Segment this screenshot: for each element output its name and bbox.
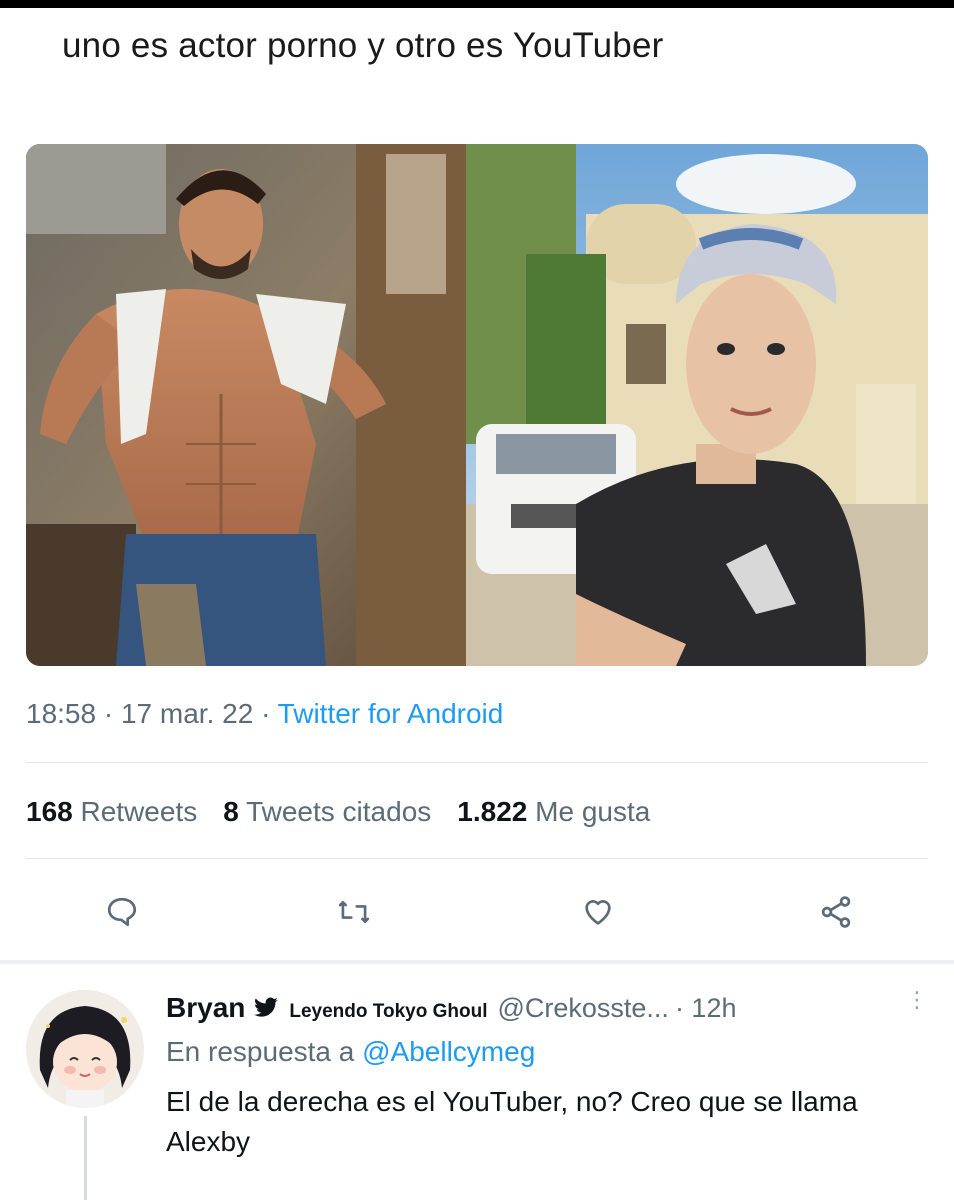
likes-label: Me gusta <box>535 796 651 827</box>
retweet-icon <box>338 900 370 924</box>
reply-tweet[interactable]: Bryan Leyendo Tokyo Ghoul @Crekosste... … <box>166 989 928 1162</box>
reply-to-mention[interactable]: @Abellcymeg <box>362 1036 535 1067</box>
reply-author-name[interactable]: Bryan <box>166 992 245 1024</box>
like-button[interactable] <box>574 888 622 936</box>
tweet-text: uno es actor porno y otro es YouTuber <box>62 26 664 65</box>
tweet-actions <box>0 880 954 944</box>
twitter-bird-icon <box>254 997 279 1017</box>
section-separator <box>0 960 954 964</box>
reply-to-line: En respuesta a @Abellcymeg <box>166 1036 926 1068</box>
divider-bottom <box>26 858 928 859</box>
tweet-media[interactable] <box>26 144 928 666</box>
retweets-stat[interactable]: 168 Retweets <box>26 796 197 828</box>
quotes-count: 8 <box>223 796 239 827</box>
media-photo-left[interactable] <box>26 144 466 666</box>
heart-icon <box>585 900 611 925</box>
share-icon <box>821 896 851 928</box>
share-button[interactable] <box>812 888 860 936</box>
likes-count: 1.822 <box>457 796 528 827</box>
avatar-image <box>26 990 144 1108</box>
reply-icon <box>107 897 137 927</box>
meta-separator: · <box>103 698 114 729</box>
retweets-count: 168 <box>26 796 73 827</box>
thread-line <box>84 1116 87 1200</box>
quotes-label: Tweets citados <box>246 796 432 827</box>
more-options-icon[interactable]: ⋮ <box>906 989 928 1011</box>
reply-to-prefix: En respuesta a <box>166 1036 355 1067</box>
top-black-bar <box>0 0 954 8</box>
avatar[interactable] <box>26 990 144 1108</box>
reply-time[interactable]: · 12h <box>675 993 737 1024</box>
meta-separator-2: · <box>261 698 271 729</box>
reply-header: Bryan Leyendo Tokyo Ghoul @Crekosste... … <box>166 992 926 1024</box>
reply-author-bio: Leyendo Tokyo Ghoul <box>289 1001 488 1022</box>
likes-stat[interactable]: 1.822 Me gusta <box>457 796 650 828</box>
reply-button[interactable] <box>98 888 146 936</box>
tweet-date: 17 mar. 22 <box>120 698 254 729</box>
tweet-stats: 168 Retweets 8 Tweets citados 1.822 Me g… <box>26 796 650 828</box>
tweet-time: 18:58 <box>26 698 97 729</box>
reply-author-handle[interactable]: @Crekosste... <box>497 993 668 1024</box>
media-photo-right[interactable] <box>466 144 928 666</box>
retweets-label: Retweets <box>80 796 198 827</box>
retweet-button[interactable] <box>330 888 378 936</box>
quotes-stat[interactable]: 8 Tweets citados <box>223 796 431 828</box>
reply-body: El de la derecha es el YouTuber, no? Cre… <box>166 1086 858 1157</box>
tweet-source-link[interactable]: Twitter for Android <box>278 698 504 729</box>
tweet-meta: 18:58 · 17 mar. 22 · Twitter for Android <box>26 698 503 730</box>
divider-top <box>26 762 928 763</box>
